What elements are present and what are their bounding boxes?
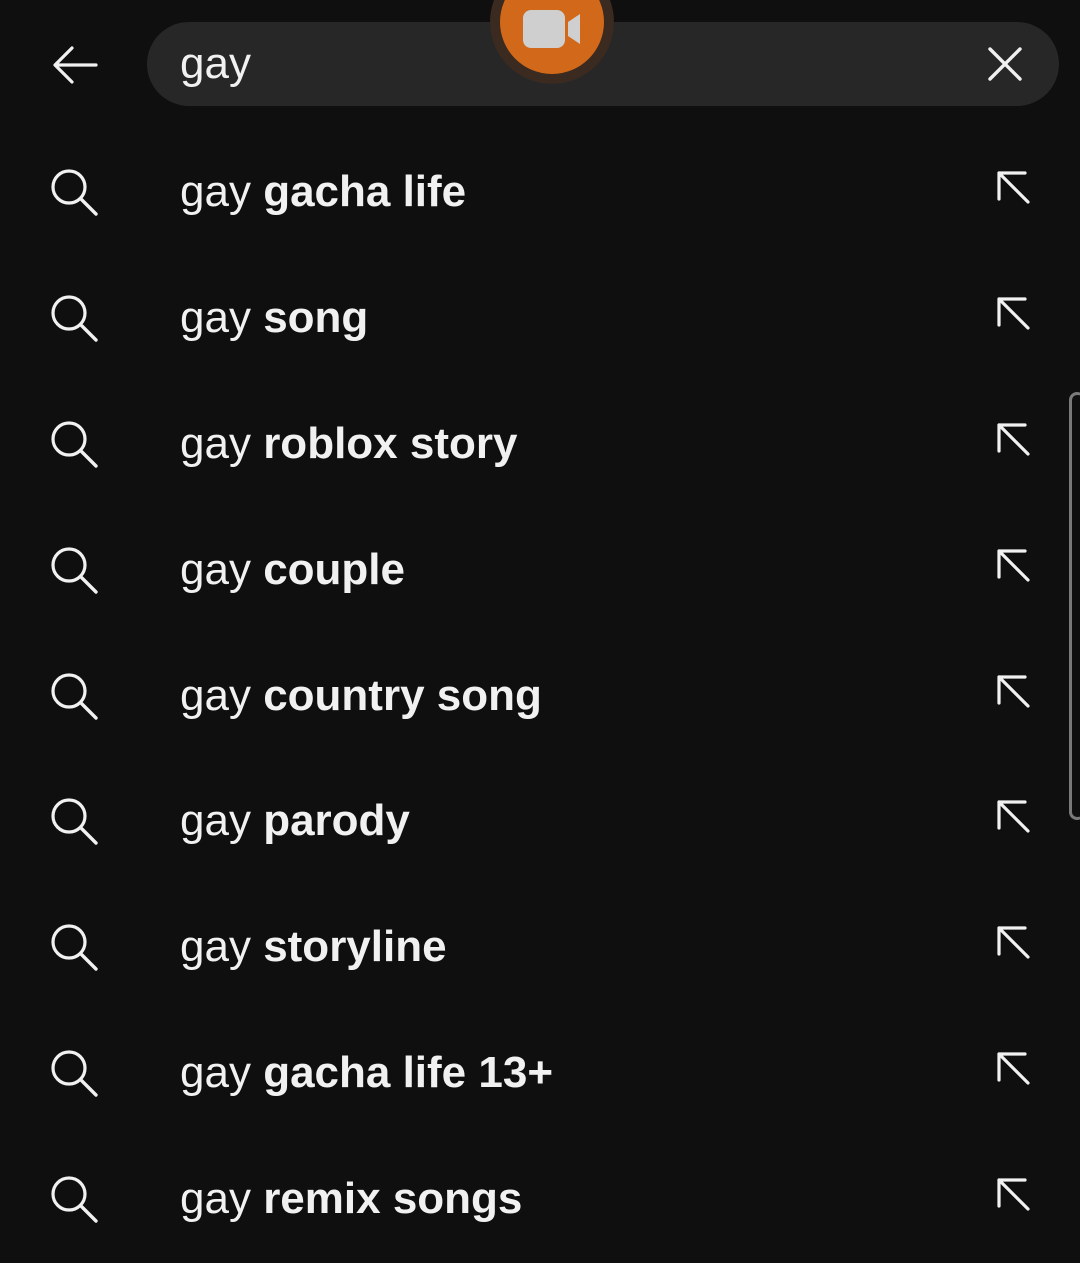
search-icon bbox=[51, 798, 98, 846]
arrow-up-left-icon bbox=[997, 800, 1030, 834]
search-icon bbox=[51, 169, 98, 216]
suggestion-completion: country song bbox=[263, 670, 542, 720]
suggestion-item[interactable]: gay remix songs bbox=[0, 1137, 1080, 1263]
suggestion-item[interactable]: gay roblox story bbox=[0, 382, 1080, 508]
search-icon bbox=[51, 924, 98, 972]
arrow-up-left-icon bbox=[997, 1178, 1030, 1211]
suggestion-list: gay gacha life gay song gay roblox story ga… bbox=[0, 130, 1080, 1263]
suggestion-prefix: gay bbox=[180, 292, 251, 342]
back-button[interactable] bbox=[34, 24, 116, 106]
suggestion-prefix: gay bbox=[180, 167, 251, 216]
suggestion-prefix: gay bbox=[180, 922, 251, 972]
close-icon bbox=[988, 47, 1022, 81]
fill-query-button[interactable] bbox=[986, 1167, 1038, 1219]
suggestion-text: gay gacha life bbox=[180, 166, 466, 218]
search-icon bbox=[51, 421, 98, 468]
search-icon bbox=[51, 1176, 98, 1223]
suggestion-text: gay couple bbox=[180, 544, 405, 596]
suggestion-prefix: gay bbox=[180, 544, 251, 594]
fill-query-button[interactable] bbox=[986, 915, 1038, 967]
suggestion-item[interactable]: gay couple bbox=[0, 508, 1080, 634]
clear-search-button[interactable] bbox=[975, 34, 1035, 94]
suggestion-prefix: gay bbox=[180, 1048, 251, 1098]
suggestion-completion: gacha life bbox=[263, 167, 467, 216]
suggestion-text: gay parody bbox=[180, 795, 410, 847]
search-query-text[interactable]: gay bbox=[180, 38, 251, 90]
suggestion-text: gay gacha life 13+ bbox=[180, 1047, 553, 1099]
suggestion-text: gay storyline bbox=[180, 921, 447, 973]
suggestion-prefix: gay bbox=[180, 418, 251, 468]
arrow-up-left-icon bbox=[997, 297, 1030, 330]
suggestion-completion: couple bbox=[263, 544, 405, 594]
arrow-up-left-icon bbox=[997, 1052, 1030, 1085]
arrow-up-left-icon bbox=[997, 423, 1030, 456]
search-icon bbox=[51, 547, 98, 594]
suggestion-prefix: gay bbox=[180, 796, 251, 846]
search-icon bbox=[51, 672, 98, 720]
suggestion-completion: storyline bbox=[263, 922, 447, 972]
suggestion-prefix: gay bbox=[180, 670, 251, 720]
arrow-left-icon bbox=[53, 46, 98, 84]
suggestion-item[interactable]: gay country song bbox=[0, 634, 1080, 760]
scrollbar[interactable] bbox=[1069, 392, 1080, 820]
search-icon bbox=[51, 295, 98, 342]
arrow-up-left-icon bbox=[997, 926, 1030, 959]
search-icon bbox=[51, 1050, 98, 1097]
suggestion-item[interactable]: gay parody bbox=[0, 759, 1080, 885]
arrow-up-left-icon bbox=[997, 549, 1030, 582]
suggestion-text: gay roblox story bbox=[180, 418, 517, 470]
suggestion-completion: song bbox=[263, 292, 369, 342]
suggestion-text: gay country song bbox=[180, 670, 542, 722]
fill-query-button[interactable] bbox=[986, 412, 1038, 464]
suggestion-prefix: gay bbox=[180, 1174, 251, 1224]
suggestion-completion: parody bbox=[263, 796, 410, 846]
arrow-up-left-icon bbox=[997, 171, 1030, 204]
fill-query-button[interactable] bbox=[986, 1041, 1038, 1093]
search-header: gay bbox=[0, 0, 1080, 130]
suggestion-item[interactable]: gay gacha life bbox=[0, 130, 1080, 256]
suggestion-text: gay remix songs bbox=[180, 1173, 522, 1225]
suggestion-item[interactable]: gay storyline bbox=[0, 885, 1080, 1011]
fill-query-button[interactable] bbox=[986, 286, 1038, 338]
suggestion-completion: remix songs bbox=[263, 1174, 523, 1224]
suggestion-completion: roblox story bbox=[263, 418, 518, 468]
fill-query-button[interactable] bbox=[986, 664, 1038, 716]
fill-query-button[interactable] bbox=[986, 538, 1038, 590]
suggestion-item[interactable]: gay song bbox=[0, 256, 1080, 382]
suggestion-text: gay song bbox=[180, 292, 368, 344]
suggestion-item[interactable]: gay gacha life 13+ bbox=[0, 1011, 1080, 1137]
fill-query-button[interactable] bbox=[986, 789, 1038, 841]
arrow-up-left-icon bbox=[997, 674, 1030, 708]
video-camera-icon bbox=[523, 10, 580, 48]
fill-query-button[interactable] bbox=[986, 160, 1038, 212]
suggestion-completion: gacha life 13+ bbox=[263, 1048, 554, 1098]
